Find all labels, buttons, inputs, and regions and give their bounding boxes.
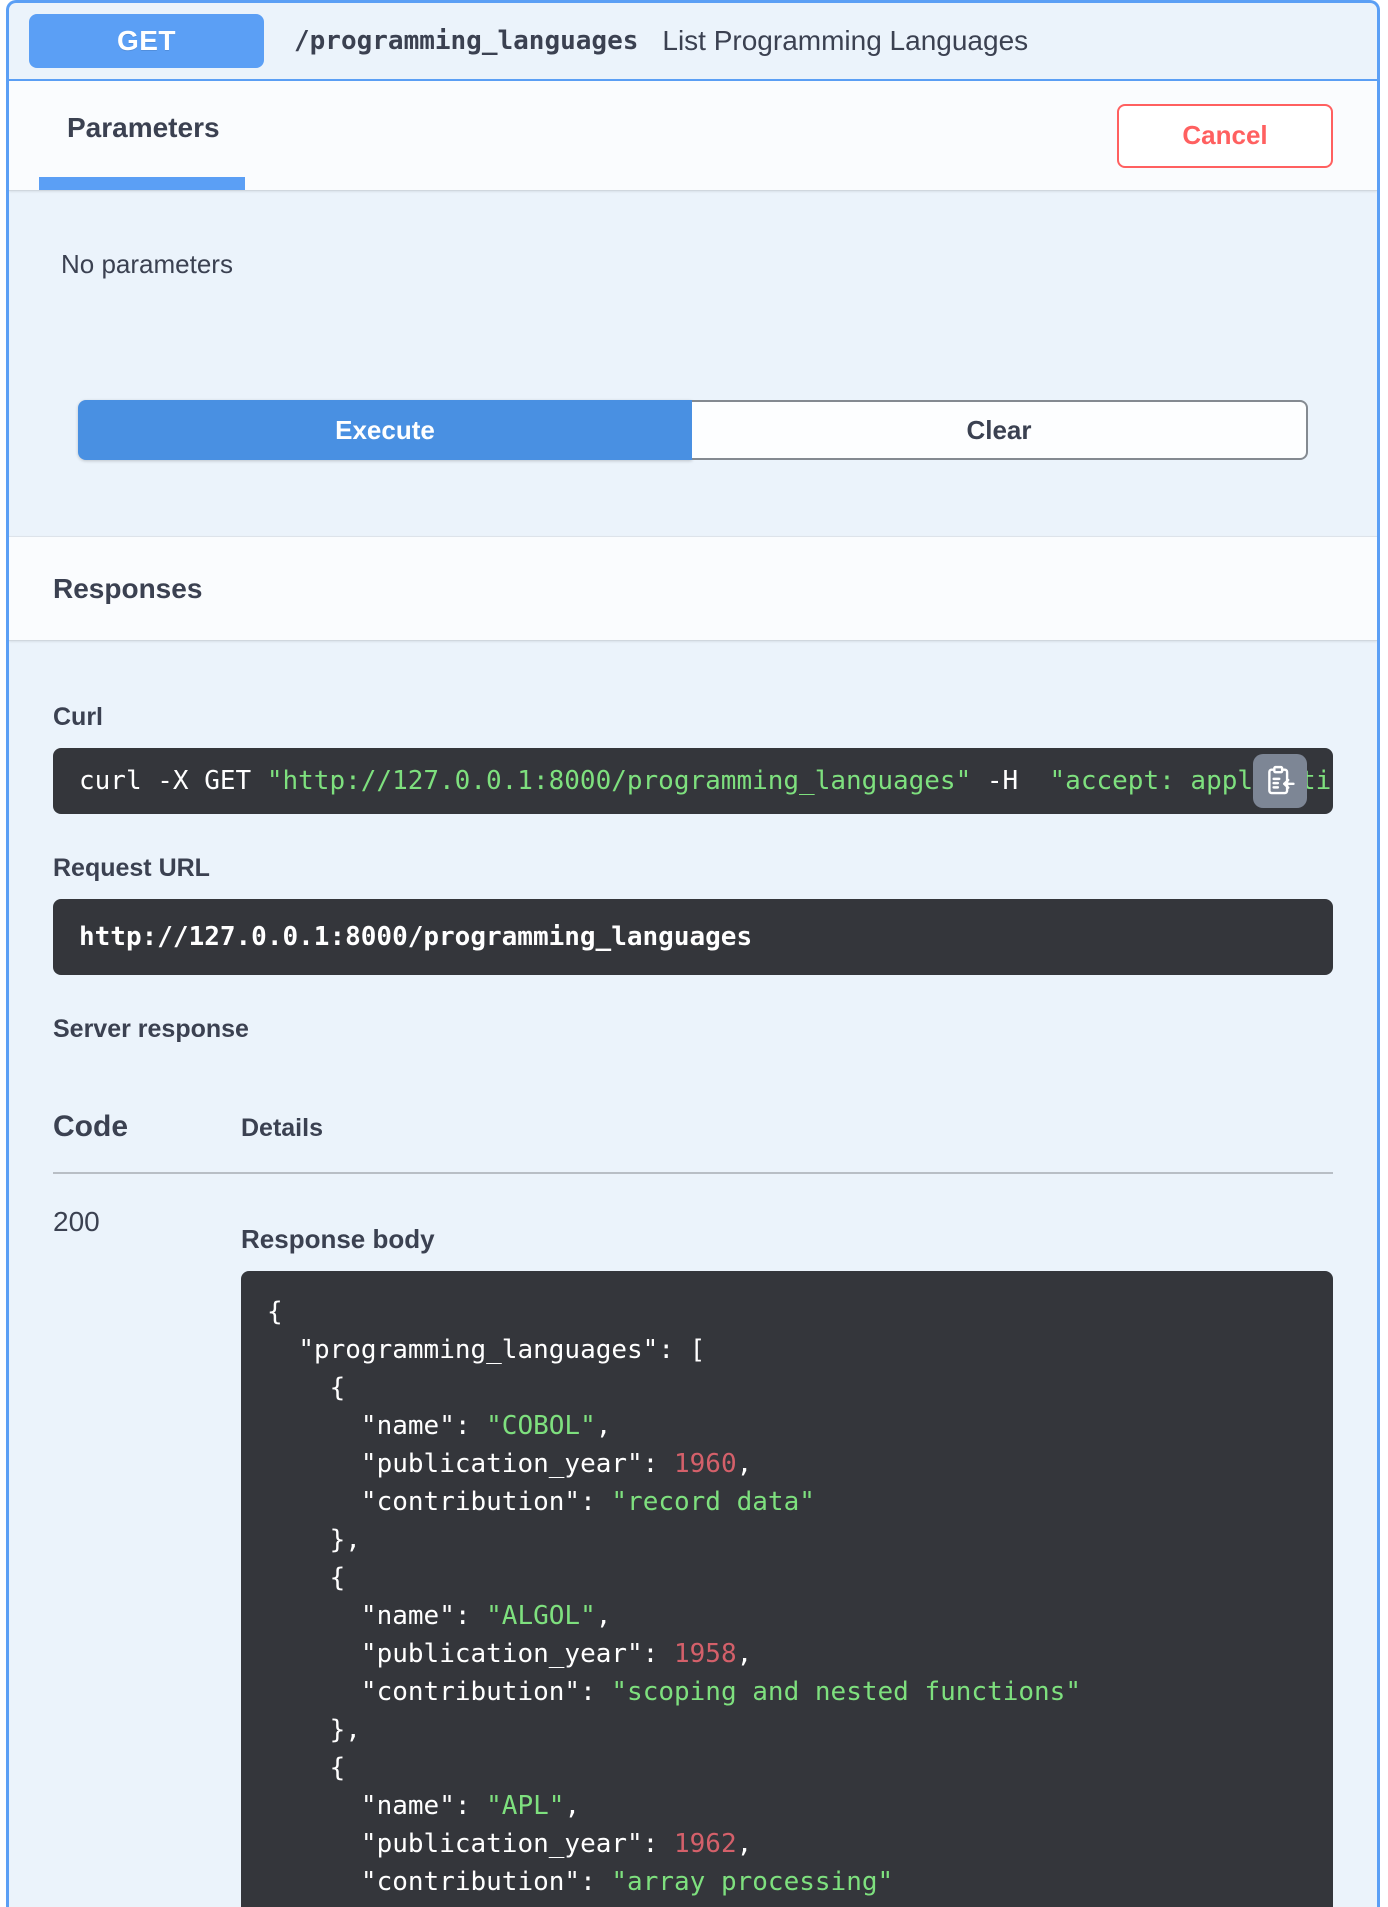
no-parameters-text: No parameters: [61, 249, 233, 279]
copy-curl-button[interactable]: [1253, 754, 1307, 808]
parameters-header: Parameters Cancel: [9, 81, 1377, 191]
operation-description: List Programming Languages: [662, 25, 1029, 56]
response-body-code: { "programming_languages": [ { "name": "…: [267, 1297, 1081, 1907]
parameters-title: Parameters: [67, 111, 220, 143]
operation-summary[interactable]: GET /programming_languages List Programm…: [9, 3, 1377, 81]
response-body-block: { "programming_languages": [ { "name": "…: [241, 1271, 1333, 1907]
response-row-200: 200 Response body { "programming_languag…: [53, 1174, 1333, 1907]
operation-path: /programming_languages: [294, 26, 639, 56]
responses-header: Responses: [9, 536, 1377, 641]
curl-command-text: curl -X GET "http://127.0.0.1:8000/progr…: [79, 766, 1333, 796]
status-code: 200: [53, 1206, 100, 1237]
code-column-header: Code: [53, 1110, 128, 1143]
request-url-text: http://127.0.0.1:8000/programming_langua…: [79, 922, 753, 952]
server-response-label: Server response: [53, 1015, 249, 1043]
cancel-button[interactable]: Cancel: [1117, 103, 1333, 168]
request-url-block: http://127.0.0.1:8000/programming_langua…: [53, 899, 1333, 975]
curl-command-block: curl -X GET "http://127.0.0.1:8000/progr…: [53, 748, 1333, 814]
execute-wrapper: Execute Clear: [53, 400, 1333, 460]
response-body-label: Response body: [241, 1224, 435, 1254]
request-url-label: Request URL: [53, 854, 210, 882]
responses-title: Responses: [53, 572, 203, 604]
method-badge: GET: [29, 14, 264, 68]
response-table-header: Code Details: [53, 1084, 1333, 1174]
operation-block-get: GET /programming_languages List Programm…: [6, 0, 1380, 1907]
server-response-table: Code Details 200 Response body { "progra…: [53, 1084, 1333, 1907]
parameters-body: No parameters Execute Clear: [9, 191, 1377, 536]
clipboard-copy-icon: [1268, 765, 1295, 795]
responses-body: Curl curl -X GET "http://127.0.0.1:8000/…: [9, 641, 1377, 1907]
curl-label: Curl: [53, 703, 103, 731]
execute-button[interactable]: Execute: [78, 400, 692, 460]
clear-button[interactable]: Clear: [692, 400, 1308, 460]
active-tab-indicator: [39, 177, 245, 190]
details-column-header: Details: [241, 1114, 323, 1142]
